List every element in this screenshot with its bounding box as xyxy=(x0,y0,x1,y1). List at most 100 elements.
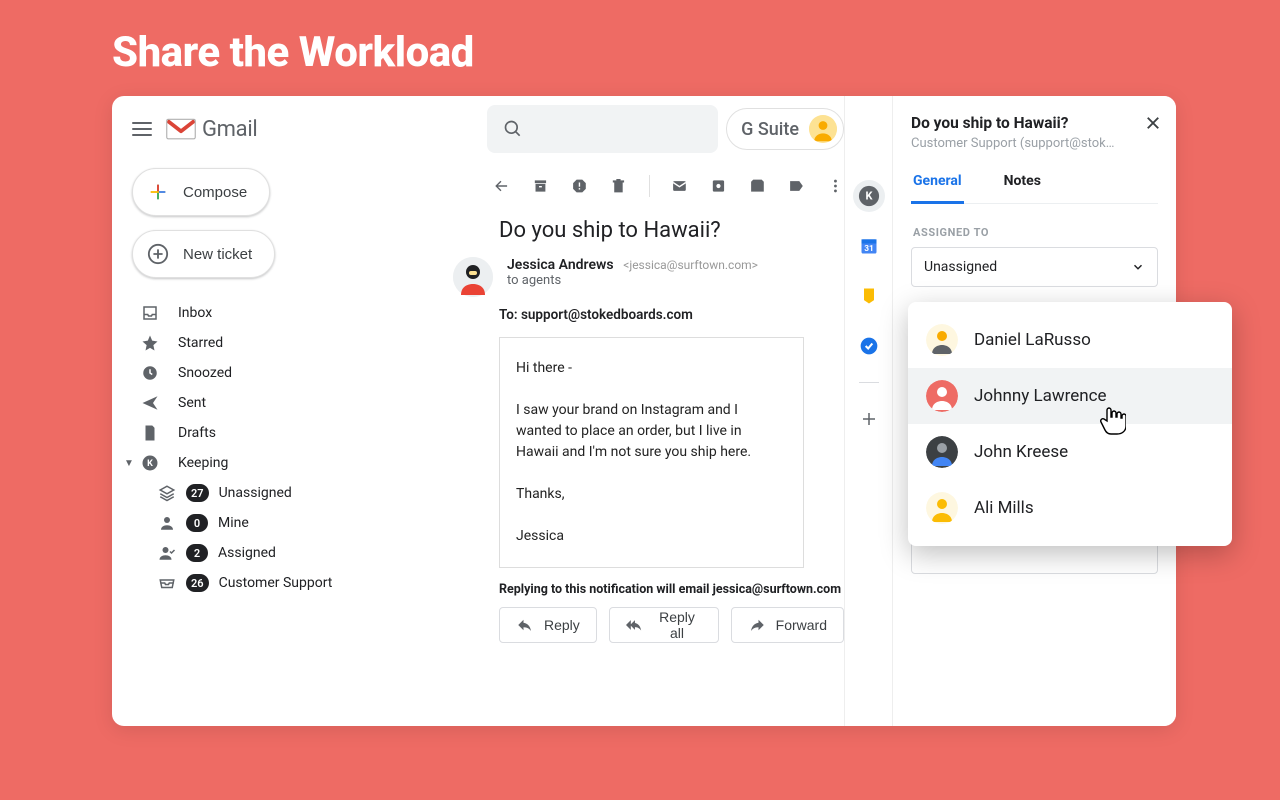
mine-label: Mine xyxy=(218,515,249,531)
option-daniel[interactable]: Daniel LaRusso xyxy=(908,312,1232,368)
person-icon xyxy=(158,514,176,532)
back-arrow-icon[interactable] xyxy=(493,176,510,196)
panel-title: Do you ship to Hawaii? xyxy=(911,114,1158,132)
compose-row: Compose xyxy=(112,162,459,222)
nav-inbox-label: Inbox xyxy=(178,305,212,321)
option-kreese[interactable]: John Kreese xyxy=(908,424,1232,480)
reply-note: Replying to this notification will email… xyxy=(459,576,844,607)
rail-keep-icon[interactable] xyxy=(853,280,885,312)
plus-multicolor-icon xyxy=(147,181,169,203)
gsuite-badge[interactable]: G Suite xyxy=(726,108,844,150)
clock-icon xyxy=(140,363,160,383)
nav-drafts[interactable]: Drafts xyxy=(112,418,459,448)
assigned-to-label: ASSIGNED TO xyxy=(913,226,1158,239)
sub-unassigned[interactable]: 27 Unassigned xyxy=(112,478,459,508)
option-kreese-label: John Kreese xyxy=(974,442,1068,462)
rail-tasks-icon[interactable] xyxy=(853,330,885,362)
message-header: Jessica Andrews <jessica@surftown.com> t… xyxy=(459,257,844,297)
new-ticket-label: New ticket xyxy=(183,246,252,263)
plus-circle-icon xyxy=(147,243,169,265)
reply-button[interactable]: Reply xyxy=(499,607,597,643)
sender-avatar xyxy=(453,257,493,297)
nav-keeping[interactable]: ▼ K Keeping xyxy=(112,448,459,478)
from-name: Jessica Andrews xyxy=(507,257,614,273)
mark-unread-icon[interactable] xyxy=(671,176,688,196)
delete-icon[interactable] xyxy=(610,176,627,196)
hamburger-icon[interactable] xyxy=(130,117,154,141)
tab-notes[interactable]: Notes xyxy=(1002,173,1043,203)
sub-mine[interactable]: 0 Mine xyxy=(112,508,459,538)
compose-label: Compose xyxy=(183,184,247,201)
support-label: Customer Support xyxy=(219,575,333,591)
tab-general[interactable]: General xyxy=(911,173,964,204)
rail-calendar-icon[interactable]: 31 xyxy=(853,230,885,262)
reply-all-label: Reply all xyxy=(652,609,701,641)
unassigned-label: Unassigned xyxy=(219,485,292,501)
nav-starred[interactable]: Starred xyxy=(112,328,459,358)
message-to-line: To: support@stokedboards.com xyxy=(459,297,844,333)
panel-subtitle: Customer Support (support@stok… xyxy=(911,136,1158,151)
star-icon xyxy=(140,333,160,353)
from-email: <jessica@surftown.com> xyxy=(623,258,758,272)
sub-assigned[interactable]: 2 Assigned xyxy=(112,538,459,568)
archive-icon[interactable] xyxy=(532,176,549,196)
message-body: Hi there - I saw your brand on Instagram… xyxy=(499,337,804,568)
nav-snoozed[interactable]: Snoozed xyxy=(112,358,459,388)
spam-icon[interactable] xyxy=(571,176,588,196)
assigned-label: Assigned xyxy=(218,545,276,561)
user-avatar[interactable] xyxy=(809,115,837,143)
move-to-icon[interactable] xyxy=(749,176,766,196)
reply-all-button[interactable]: Reply all xyxy=(609,607,719,643)
unassigned-count: 27 xyxy=(186,484,209,502)
send-icon xyxy=(140,393,160,413)
gmail-pane: Gmail Compose New ticket Inbox xyxy=(112,96,892,726)
topbar-left: Gmail xyxy=(112,96,459,162)
person-check-icon xyxy=(158,544,176,562)
layers-icon xyxy=(158,484,176,502)
panel-close-button[interactable] xyxy=(1144,114,1162,136)
more-vert-icon[interactable] xyxy=(827,176,844,196)
nav-sent-label: Sent xyxy=(178,395,206,411)
svg-text:31: 31 xyxy=(864,244,874,254)
avatar-johnny xyxy=(926,380,958,412)
chevron-down-icon xyxy=(1131,260,1145,274)
avatar-ali xyxy=(926,492,958,524)
inbox-icon xyxy=(140,303,160,323)
svg-text:K: K xyxy=(865,190,873,203)
assigned-to-value: Unassigned xyxy=(924,259,997,275)
search-icon xyxy=(503,119,523,139)
option-ali-label: Ali Mills xyxy=(974,498,1034,518)
message-meta: Jessica Andrews <jessica@surftown.com> t… xyxy=(507,257,758,297)
nav-inbox[interactable]: Inbox xyxy=(112,298,459,328)
search-input[interactable] xyxy=(487,105,718,153)
option-daniel-label: Daniel LaRusso xyxy=(974,330,1091,350)
nav-keeping-label: Keeping xyxy=(178,455,228,471)
rail-add-icon[interactable] xyxy=(853,403,885,435)
svg-text:K: K xyxy=(147,459,153,469)
forward-icon xyxy=(748,616,766,634)
avatar-kreese xyxy=(926,436,958,468)
snooze-action-icon[interactable] xyxy=(710,176,727,196)
assigned-count: 2 xyxy=(186,544,208,562)
gsuite-label: G Suite xyxy=(741,119,799,140)
reply-row: Reply Reply all Forward xyxy=(459,607,844,643)
keeping-logo-icon: K xyxy=(140,453,160,473)
rail-keeping-icon[interactable]: K xyxy=(853,180,885,212)
reply-label: Reply xyxy=(544,617,580,633)
compose-button[interactable]: Compose xyxy=(132,168,270,216)
forward-button[interactable]: Forward xyxy=(731,607,844,643)
sub-support[interactable]: 26 Customer Support xyxy=(112,568,459,598)
new-ticket-button[interactable]: New ticket xyxy=(132,230,275,278)
option-ali[interactable]: Ali Mills xyxy=(908,480,1232,536)
forward-label: Forward xyxy=(776,617,827,633)
nav-list: Inbox Starred Snoozed Sent Drafts xyxy=(112,292,459,598)
labels-icon[interactable] xyxy=(788,176,805,196)
nav-starred-label: Starred xyxy=(178,335,223,351)
caret-down-icon: ▼ xyxy=(124,458,134,469)
assigned-to-select[interactable]: Unassigned xyxy=(911,247,1158,287)
option-johnny[interactable]: Johnny Lawrence xyxy=(908,368,1232,424)
center-column: G Suite Do you ship to Hawaii? xyxy=(459,96,844,726)
nav-sent[interactable]: Sent xyxy=(112,388,459,418)
rail-divider xyxy=(859,382,879,383)
support-count: 26 xyxy=(186,574,209,592)
